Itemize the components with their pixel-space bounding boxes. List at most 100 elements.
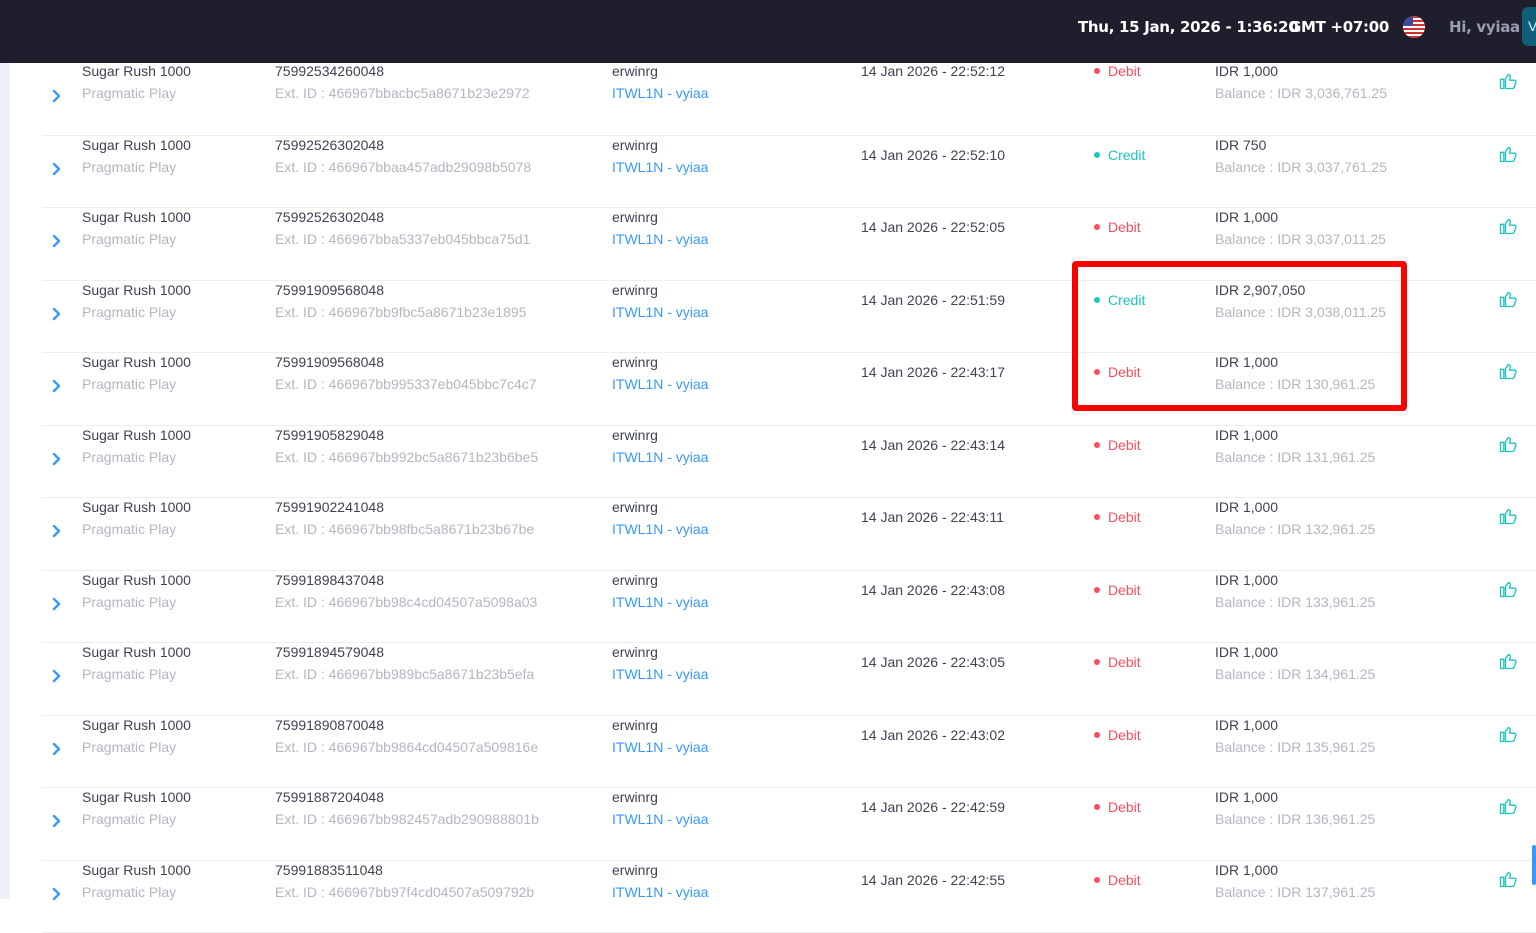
agent-link[interactable]: ITWL1N - vyiaa xyxy=(612,663,708,685)
type-label: Debit xyxy=(1108,219,1141,235)
user-cell: erwinrgITWL1N - vyiaa xyxy=(612,641,708,685)
game-name: Sugar Rush 1000 xyxy=(82,859,191,881)
user-greeting[interactable]: Hi, vyiaa xyxy=(1449,18,1520,36)
table-row[interactable]: Sugar Rush 1000Pragmatic Play75992526302… xyxy=(42,208,1536,281)
username: erwinrg xyxy=(612,786,708,808)
us-flag-icon[interactable] xyxy=(1403,16,1425,38)
thumbs-up-icon[interactable] xyxy=(1498,434,1518,454)
table-row[interactable]: Sugar Rush 1000Pragmatic Play75991905829… xyxy=(42,426,1536,499)
thumbs-up-icon[interactable] xyxy=(1498,869,1518,889)
balance: Balance : IDR 3,037,761.25 xyxy=(1215,156,1387,178)
status-dot-icon xyxy=(1094,442,1100,448)
username: erwinrg xyxy=(612,134,708,156)
user-cell: erwinrgITWL1N - vyiaa xyxy=(612,60,708,104)
user-cell: erwinrgITWL1N - vyiaa xyxy=(612,279,708,323)
agent-link[interactable]: ITWL1N - vyiaa xyxy=(612,446,708,468)
status-dot-icon xyxy=(1094,297,1100,303)
balance: Balance : IDR 136,961.25 xyxy=(1215,808,1375,830)
transaction-id: 75991890870048 xyxy=(275,714,538,736)
transaction-id: 75991883511048 xyxy=(275,859,534,881)
agent-link[interactable]: ITWL1N - vyiaa xyxy=(612,808,708,830)
thumbs-up-icon[interactable] xyxy=(1498,579,1518,599)
status-dot-icon xyxy=(1094,804,1100,810)
user-cell: erwinrgITWL1N - vyiaa xyxy=(612,714,708,758)
agent-link[interactable]: ITWL1N - vyiaa xyxy=(612,228,708,250)
user-cell: erwinrgITWL1N - vyiaa xyxy=(612,351,708,395)
agent-link[interactable]: ITWL1N - vyiaa xyxy=(612,736,708,758)
external-id: Ext. ID : 466967bb992bc5a8671b23b6be5 xyxy=(275,446,538,468)
provider-name: Pragmatic Play xyxy=(82,881,191,903)
chevron-right-icon[interactable] xyxy=(50,450,64,468)
amount-cell: IDR 2,907,050Balance : IDR 3,038,011.25 xyxy=(1215,279,1386,323)
status-dot-icon xyxy=(1094,369,1100,375)
transaction-date: 14 Jan 2026 - 22:51:59 xyxy=(861,289,1005,311)
thumbs-up-icon[interactable] xyxy=(1498,71,1518,91)
thumbs-up-icon[interactable] xyxy=(1498,361,1518,381)
table-row[interactable]: Sugar Rush 1000Pragmatic Play75992526302… xyxy=(42,136,1536,209)
game-cell: Sugar Rush 1000Pragmatic Play xyxy=(82,60,191,104)
table-row[interactable]: Sugar Rush 1000Pragmatic Play 75991883511… xyxy=(42,861,1536,933)
game-name: Sugar Rush 1000 xyxy=(82,496,191,518)
status-dot-icon xyxy=(1094,587,1100,593)
current-datetime: Thu, 15 Jan, 2026 - 1:36:20 xyxy=(1078,18,1298,36)
chevron-right-icon[interactable] xyxy=(50,812,64,830)
user-avatar[interactable]: V xyxy=(1522,7,1536,46)
thumbs-up-icon[interactable] xyxy=(1498,651,1518,671)
agent-link[interactable]: ITWL1N - vyiaa xyxy=(612,373,708,395)
chevron-right-icon[interactable] xyxy=(50,377,64,395)
table-row[interactable]: Sugar Rush 1000Pragmatic Play75991894579… xyxy=(42,643,1536,716)
transaction-type: Debit xyxy=(1094,60,1141,82)
table-row[interactable]: Sugar Rush 1000Pragmatic Play75991909568… xyxy=(42,281,1536,354)
thumbs-up-icon[interactable] xyxy=(1498,796,1518,816)
id-cell: 75991883511048Ext. ID : 466967bb97f4cd04… xyxy=(275,859,534,903)
type-label: Debit xyxy=(1108,364,1141,380)
game-cell: Sugar Rush 1000Pragmatic Play xyxy=(82,641,191,685)
table-row[interactable]: Sugar Rush 1000Pragmatic Play75991890870… xyxy=(42,716,1536,789)
table-row[interactable]: Sugar Rush 1000Pragmatic Play75991902241… xyxy=(42,498,1536,571)
amount: IDR 750 xyxy=(1215,134,1387,156)
table-row[interactable]: Sugar Rush 1000Pragmatic Play75991898437… xyxy=(42,571,1536,644)
agent-link[interactable]: ITWL1N - vyiaa xyxy=(612,591,708,613)
chevron-right-icon[interactable] xyxy=(50,305,64,323)
game-name: Sugar Rush 1000 xyxy=(82,60,191,82)
chevron-right-icon[interactable] xyxy=(50,160,64,178)
chevron-right-icon[interactable] xyxy=(50,667,64,685)
chevron-right-icon[interactable] xyxy=(50,595,64,613)
chevron-right-icon[interactable] xyxy=(50,232,64,250)
agent-link[interactable]: ITWL1N - vyiaa xyxy=(612,156,708,178)
transaction-date: 14 Jan 2026 - 22:43:17 xyxy=(861,361,1005,383)
agent-link[interactable]: ITWL1N - vyiaa xyxy=(612,881,708,903)
transaction-type: Credit xyxy=(1094,289,1145,311)
agent-link[interactable]: ITWL1N - vyiaa xyxy=(612,518,708,540)
transaction-date: 14 Jan 2026 - 22:42:59 xyxy=(861,796,1005,818)
balance: Balance : IDR 131,961.25 xyxy=(1215,446,1375,468)
agent-link[interactable]: ITWL1N - vyiaa xyxy=(612,301,708,323)
transaction-id: 75991898437048 xyxy=(275,569,537,591)
transaction-type: Debit xyxy=(1094,796,1141,818)
status-dot-icon xyxy=(1094,659,1100,665)
chevron-right-icon[interactable] xyxy=(50,885,64,903)
thumbs-up-icon[interactable] xyxy=(1498,724,1518,744)
balance: Balance : IDR 130,961.25 xyxy=(1215,373,1375,395)
chevron-right-icon[interactable] xyxy=(50,740,64,758)
chevron-right-icon[interactable] xyxy=(50,87,64,105)
external-id: Ext. ID : 466967bbaa457adb29098b5078 xyxy=(275,156,531,178)
thumbs-up-icon[interactable] xyxy=(1498,506,1518,526)
chevron-right-icon[interactable] xyxy=(50,522,64,540)
table-row[interactable]: Sugar Rush 1000Pragmatic Play75991909568… xyxy=(42,353,1536,426)
amount: IDR 1,000 xyxy=(1215,424,1375,446)
amount: IDR 1,000 xyxy=(1215,206,1386,228)
type-label: Debit xyxy=(1108,582,1141,598)
agent-link[interactable]: ITWL1N - vyiaa xyxy=(612,82,708,104)
thumbs-up-icon[interactable] xyxy=(1498,216,1518,236)
external-id: Ext. ID : 466967bba5337eb045bbca75d1 xyxy=(275,228,530,250)
table-row[interactable]: Sugar Rush 1000Pragmatic Play75991887204… xyxy=(42,788,1536,861)
table-row[interactable]: Sugar Rush 1000Pragmatic Play75992534260… xyxy=(42,63,1536,136)
thumbs-up-icon[interactable] xyxy=(1498,289,1518,309)
scrollbar-thumb[interactable] xyxy=(1532,845,1536,885)
provider-name: Pragmatic Play xyxy=(82,156,191,178)
provider-name: Pragmatic Play xyxy=(82,591,191,613)
game-name: Sugar Rush 1000 xyxy=(82,279,191,301)
transaction-id: 75991909568048 xyxy=(275,351,537,373)
thumbs-up-icon[interactable] xyxy=(1498,144,1518,164)
